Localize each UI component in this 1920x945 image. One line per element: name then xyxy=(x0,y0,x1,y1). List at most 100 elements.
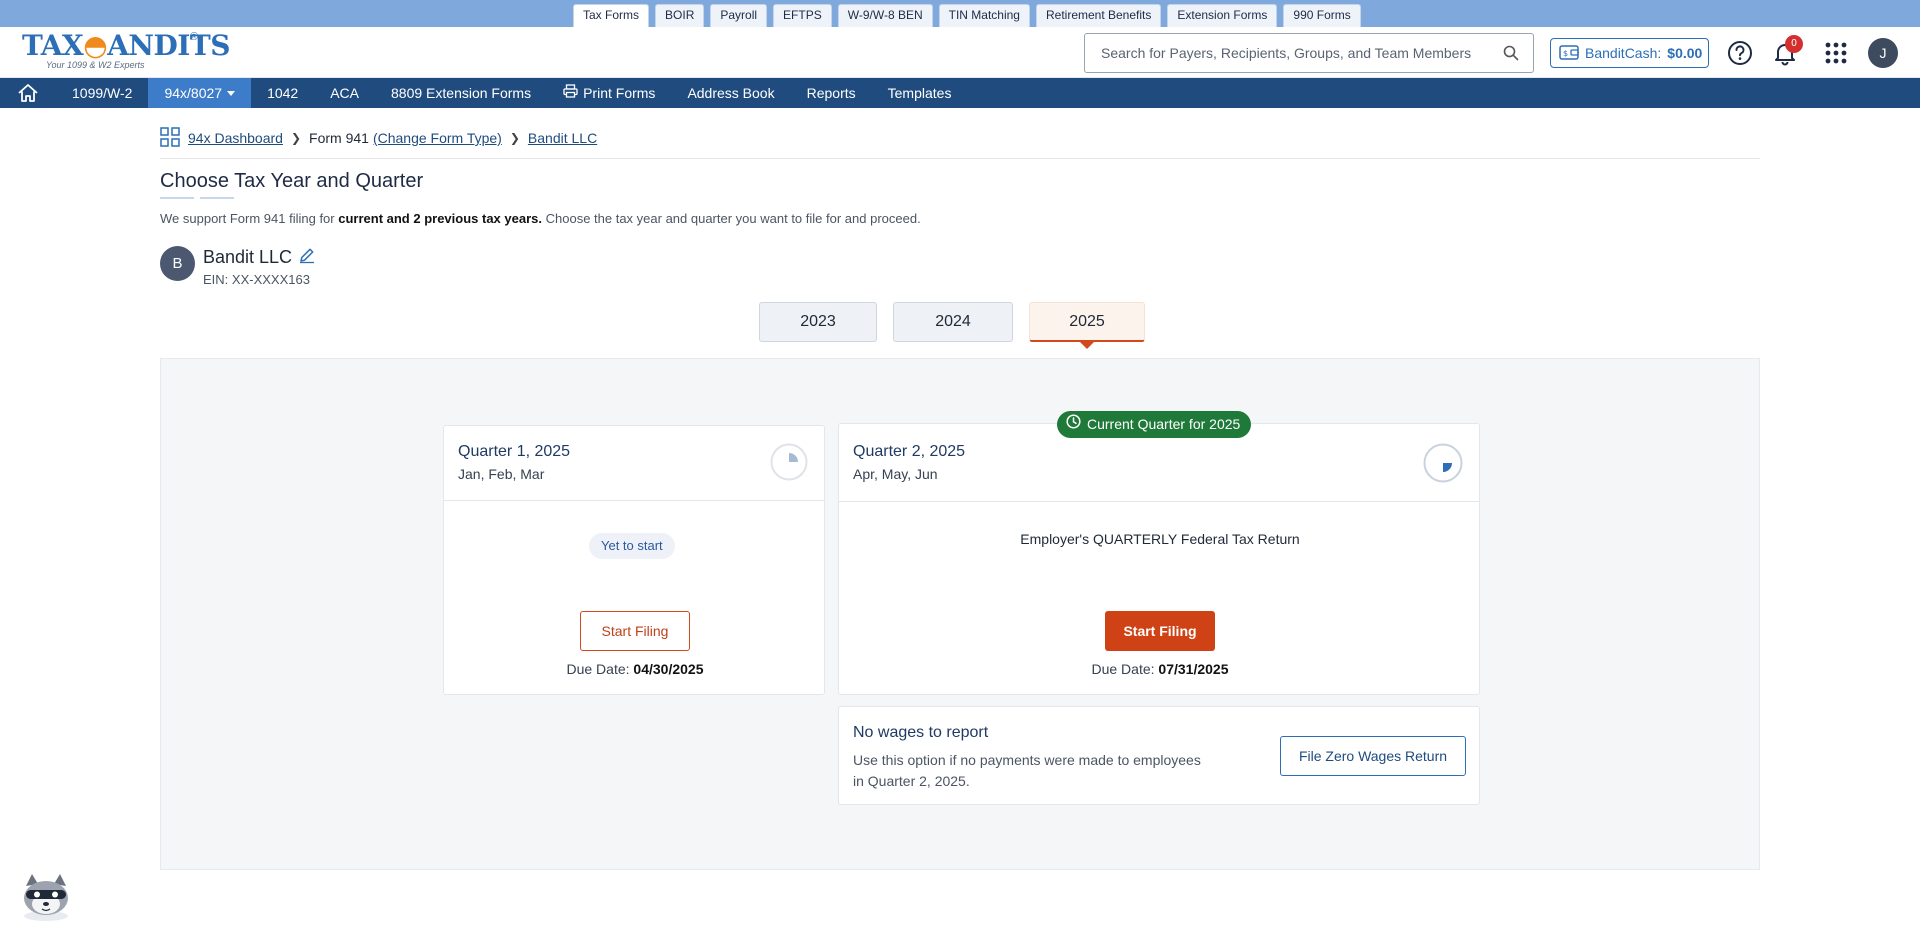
nav-1099-w2[interactable]: 1099/W-2 xyxy=(56,78,148,108)
printer-icon xyxy=(563,78,578,108)
page-subtitle: We support Form 941 filing for current a… xyxy=(160,211,921,226)
product-tab-payroll[interactable]: Payroll xyxy=(710,4,768,27)
nav-reports[interactable]: Reports xyxy=(791,78,872,108)
zero-wages-card: No wages to report Use this option if no… xyxy=(838,706,1480,805)
due-label: Due Date: xyxy=(566,661,630,677)
notification-count-badge: 0 xyxy=(1785,35,1803,53)
product-tab-strip: Tax Forms BOIR Payroll EFTPS W-9/W-8 BEN… xyxy=(0,0,1920,27)
year-tab-2024[interactable]: 2024 xyxy=(893,302,1013,342)
current-quarter-badge: Current Quarter for 2025 xyxy=(1057,411,1252,438)
product-tab-990-forms[interactable]: 990 Forms xyxy=(1283,4,1361,27)
chevron-right-icon: ❯ xyxy=(290,131,302,145)
nav-address-book-label: Address Book xyxy=(687,85,775,101)
quarter-2-start-filing-button[interactable]: Start Filing xyxy=(1105,611,1215,651)
file-zero-wages-button[interactable]: File Zero Wages Return xyxy=(1280,736,1466,776)
status-badge: Yet to start xyxy=(589,533,675,559)
product-tab-w9-w8ben[interactable]: W-9/W-8 BEN xyxy=(837,4,933,27)
breadcrumb: 94x Dashboard ❯ Form 941 (Change Form Ty… xyxy=(160,126,597,150)
current-quarter-label: Current Quarter for 2025 xyxy=(1087,416,1241,432)
search-input[interactable] xyxy=(1085,34,1485,72)
nav-94x-8027-label: 94x/8027 xyxy=(164,85,223,101)
quarter-2-due-date: Due Date: 07/31/2025 xyxy=(839,661,1481,677)
nav-templates-label: Templates xyxy=(887,85,952,101)
zero-wages-title: No wages to report xyxy=(853,724,989,741)
subtitle-text: We support Form 941 filing for xyxy=(160,211,339,226)
product-tabs: Tax Forms BOIR Payroll EFTPS W-9/W-8 BEN… xyxy=(573,4,1361,27)
year-tab-2023[interactable]: 2023 xyxy=(759,302,877,342)
nav-address-book[interactable]: Address Book xyxy=(671,78,790,108)
nav-1042[interactable]: 1042 xyxy=(251,78,314,108)
bandit-cash-label: BanditCash: xyxy=(1585,45,1662,61)
main-nav: 1099/W-2 94x/8027 1042 ACA 8809 Extensio… xyxy=(0,78,1920,108)
quarter-2-months: Apr, May, Jun xyxy=(853,466,938,482)
quarter-1-start-filing-button[interactable]: Start Filing xyxy=(580,611,690,651)
subtitle-bold: current and 2 previous tax years. xyxy=(338,211,542,226)
nav-reports-label: Reports xyxy=(806,85,856,101)
product-tab-tax-forms[interactable]: Tax Forms xyxy=(573,4,650,27)
subtitle-text-end: Choose the tax year and quarter you want… xyxy=(542,211,921,226)
dashboard-grid-icon xyxy=(160,126,180,150)
quarter-1-header: Quarter 1, 2025 Jan, Feb, Mar xyxy=(444,426,824,501)
wallet-icon: $ xyxy=(1559,43,1579,64)
breadcrumb-business-link[interactable]: Bandit LLC xyxy=(528,130,597,146)
breadcrumb-94x-dashboard-link[interactable]: 94x Dashboard xyxy=(188,130,283,146)
product-tab-boir[interactable]: BOIR xyxy=(655,4,705,27)
divider xyxy=(160,158,1760,159)
quarter-2-title: Quarter 2, 2025 xyxy=(853,443,966,460)
apps-grid-icon[interactable] xyxy=(1823,40,1849,66)
user-avatar[interactable]: J xyxy=(1868,38,1898,68)
product-tab-retirement-benefits[interactable]: Retirement Benefits xyxy=(1035,4,1162,27)
business-ein: EIN: XX-XXXX163 xyxy=(203,272,310,287)
change-form-type-link[interactable]: (Change Form Type) xyxy=(373,130,502,146)
progress-pie-icon xyxy=(770,443,808,481)
year-tab-2025-label: 2025 xyxy=(1069,313,1105,330)
year-tab-2025[interactable]: 2025 xyxy=(1029,302,1145,349)
nav-8809-extension-forms[interactable]: 8809 Extension Forms xyxy=(375,78,547,108)
chevron-right-icon: ❯ xyxy=(509,131,520,145)
due-label: Due Date: xyxy=(1091,661,1155,677)
product-tab-eftps[interactable]: EFTPS xyxy=(773,4,832,27)
quarter-2-card: Quarter 2, 2025 Apr, May, Jun Employer's… xyxy=(838,423,1480,695)
logo-text: TAX◓ANDITS xyxy=(22,29,230,62)
bandit-cash-amount: $0.00 xyxy=(1667,45,1703,61)
raccoon-mascot-icon[interactable] xyxy=(18,872,74,924)
clock-icon xyxy=(1066,411,1081,438)
help-icon[interactable] xyxy=(1727,40,1753,66)
product-tab-tin-matching[interactable]: TIN Matching xyxy=(938,4,1030,27)
nav-aca[interactable]: ACA xyxy=(314,78,375,108)
selected-indicator xyxy=(1080,342,1094,349)
quarter-1-card: Quarter 1, 2025 Jan, Feb, Mar Yet to sta… xyxy=(443,425,825,695)
due-date-value: 07/31/2025 xyxy=(1158,661,1229,677)
nav-aca-label: ACA xyxy=(330,85,360,101)
nav-print-forms[interactable]: Print Forms xyxy=(547,78,671,108)
logo-registered-mark: ® xyxy=(190,31,199,43)
nav-1099-w2-label: 1099/W-2 xyxy=(72,85,133,101)
taxbandits-logo[interactable]: TAX◓ANDITS ® Your 1099 & W2 Experts xyxy=(22,29,230,75)
progress-pie-icon xyxy=(1423,443,1463,483)
svg-text:$: $ xyxy=(1563,49,1568,58)
breadcrumb-form-941: Form 941 xyxy=(309,130,369,146)
quarter-1-due-date: Due Date: 04/30/2025 xyxy=(444,661,826,677)
quarter-1-title: Quarter 1, 2025 xyxy=(458,443,571,460)
header: TAX◓ANDITS ® Your 1099 & W2 Experts $ Ba… xyxy=(0,27,1920,78)
due-date-value: 04/30/2025 xyxy=(633,661,704,677)
quarter-1-months: Jan, Feb, Mar xyxy=(458,466,545,482)
search-box xyxy=(1084,33,1534,73)
zero-wages-description: Use this option if no payments were made… xyxy=(853,752,1201,789)
chevron-down-icon xyxy=(227,90,236,96)
title-accent-line xyxy=(200,197,234,199)
business-name-row: Bandit LLC xyxy=(203,246,316,269)
nav-8809-label: 8809 Extension Forms xyxy=(391,85,532,101)
nav-1042-label: 1042 xyxy=(267,85,299,101)
home-icon[interactable] xyxy=(0,78,56,108)
search-icon[interactable] xyxy=(1503,45,1519,66)
edit-pencil-icon[interactable] xyxy=(298,246,316,269)
title-accent-line xyxy=(160,197,194,199)
product-tab-extension-forms[interactable]: Extension Forms xyxy=(1167,4,1278,27)
page-title: Choose Tax Year and Quarter xyxy=(160,170,424,192)
nav-templates[interactable]: Templates xyxy=(872,78,968,108)
business-avatar: B xyxy=(160,246,195,281)
business-name: Bandit LLC xyxy=(203,247,293,267)
bandit-cash-button[interactable]: $ BanditCash: $0.00 xyxy=(1550,38,1709,68)
nav-94x-8027[interactable]: 94x/8027 xyxy=(148,78,252,108)
